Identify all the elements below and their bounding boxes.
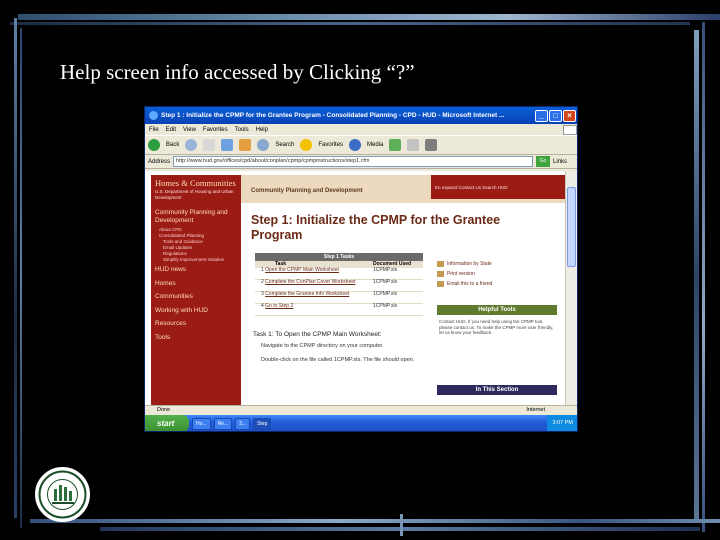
stop-icon[interactable] xyxy=(203,139,216,151)
nav-communities[interactable]: Communities xyxy=(151,290,241,304)
menu-help[interactable]: Help xyxy=(256,127,268,133)
frame-line-right-inner xyxy=(702,22,705,532)
toolbar: Back Search Favorites Media xyxy=(145,135,577,155)
frame-line-right xyxy=(694,30,699,520)
hud-left-nav: Homes & Communities U.S. Department of H… xyxy=(151,175,241,405)
frame-line-top xyxy=(18,14,720,20)
address-input[interactable]: http://www.hud.gov/offices/cpd/about/con… xyxy=(173,156,533,167)
scrollbar-thumb[interactable] xyxy=(567,187,576,267)
maximize-button[interactable]: □ xyxy=(549,109,562,122)
go-button[interactable]: Go xyxy=(535,156,550,167)
tasks-table: Step 1 Tasks Task Document Used 1 Open t… xyxy=(255,253,423,323)
back-arrow-icon[interactable] xyxy=(148,139,160,151)
doc-cell: 1CPMP.xls xyxy=(373,267,398,273)
frame-line-top-inner xyxy=(10,22,690,25)
info-by-state-link[interactable]: Information by State xyxy=(437,259,557,269)
doc-cell: 1CPMP.xls xyxy=(373,279,398,285)
mail-icon[interactable] xyxy=(407,139,420,151)
in-this-section-header: In This Section xyxy=(437,385,557,395)
search-icon[interactable] xyxy=(257,139,270,151)
zone-text: Internet xyxy=(526,407,545,413)
page-content: Homes & Communities U.S. Department of H… xyxy=(145,171,565,405)
row-num: 3 xyxy=(261,291,264,297)
taskbar-item[interactable]: 3... xyxy=(235,417,251,430)
tasks-table-title: Step 1 Tasks xyxy=(255,253,423,261)
taskbar: start Ho... Re... 3... Step 3:07 PM xyxy=(145,415,577,431)
page-title: Step 1: Initialize the CPMP for the Gran… xyxy=(251,213,501,242)
nav-tools[interactable]: Tools xyxy=(151,331,241,345)
star-icon[interactable] xyxy=(300,139,313,151)
frame-tick xyxy=(400,514,403,536)
status-text: Done xyxy=(157,407,171,413)
windows-flag-icon xyxy=(563,124,577,135)
task-link[interactable]: Complete the Grantee Info Worksheet xyxy=(265,291,349,297)
doc-cell: 1CPMP.xls xyxy=(373,303,398,309)
print-icon[interactable] xyxy=(425,139,438,151)
address-label: Address xyxy=(148,158,171,165)
table-row: 4 Go to Step 2 1CPMP.xls xyxy=(255,303,423,316)
nav-hud-news[interactable]: HUD news xyxy=(151,263,241,277)
helpful-tools-body: Contact HUD. If you need help using the … xyxy=(439,319,554,335)
start-button[interactable]: start xyxy=(145,415,189,431)
frame-line-left xyxy=(14,18,17,518)
nav-section-cpd[interactable]: Community Planning and Development xyxy=(151,206,241,227)
history-icon[interactable] xyxy=(389,139,402,151)
forward-arrow-icon[interactable] xyxy=(185,139,198,151)
status-bar: Done Internet xyxy=(145,405,577,415)
task1-step: Navigate to the CPMP directory on your c… xyxy=(261,343,384,349)
menu-tools[interactable]: Tools xyxy=(235,127,249,133)
task-link[interactable]: Open the CPMP Main Worksheet xyxy=(265,267,339,273)
taskbar-item[interactable]: Step xyxy=(253,417,272,430)
search-button[interactable]: Search xyxy=(275,142,294,148)
menu-edit[interactable]: Edit xyxy=(166,127,176,133)
slide-title: Help screen info accessed by Clicking “?… xyxy=(60,60,415,84)
hud-logo[interactable]: Homes & Communities xyxy=(151,175,241,188)
task1-heading: Task 1: To Open the CPMP Main Worksheet: xyxy=(253,331,382,338)
close-button[interactable]: × xyxy=(563,109,576,122)
nav-homes[interactable]: Homes xyxy=(151,277,241,291)
window-titlebar: Step 1 : Initialize the CPMP for the Gra… xyxy=(145,107,577,124)
vertical-scrollbar[interactable] xyxy=(565,171,577,405)
frame-line-bottom xyxy=(30,519,720,523)
row-num: 2 xyxy=(261,279,264,285)
back-button[interactable]: Back xyxy=(166,142,179,148)
media-icon[interactable] xyxy=(349,139,362,151)
hud-header: En espaņol Contact Us Search HUD Communi… xyxy=(241,175,565,203)
print-version-link[interactable]: Print version xyxy=(437,269,557,279)
address-bar: Address http://www.hud.gov/offices/cpd/a… xyxy=(145,155,577,169)
row-num: 1 xyxy=(261,267,264,273)
email-friend-link[interactable]: Email this to a friend xyxy=(437,279,557,289)
task1-step: Double-click on the file called 1CPMP.xl… xyxy=(261,357,415,363)
window-title: Step 1 : Initialize the CPMP for the Gra… xyxy=(161,112,505,119)
menu-view[interactable]: View xyxy=(183,127,196,133)
taskbar-item[interactable]: Re... xyxy=(213,417,233,430)
hud-logo-subtitle: U.S. Department of Housing and Urban Dev… xyxy=(155,189,234,200)
side-links: Information by State Print version Email… xyxy=(437,259,557,289)
helpful-tools-header: Helpful Tools xyxy=(437,305,557,315)
task-link[interactable]: Complete the ConPlan Cover Worksheet xyxy=(265,279,355,285)
nav-resources[interactable]: Resources xyxy=(151,317,241,331)
hud-seal-logo xyxy=(35,467,90,522)
menu-file[interactable]: File xyxy=(149,127,159,133)
favorites-button[interactable]: Favorites xyxy=(318,142,343,148)
browser-window: Step 1 : Initialize the CPMP for the Gra… xyxy=(144,106,578,432)
home-icon[interactable] xyxy=(239,139,252,151)
cpd-heading: Community Planning and Development xyxy=(251,188,363,194)
media-button[interactable]: Media xyxy=(367,142,383,148)
ie-icon xyxy=(149,111,158,120)
links-button[interactable]: Links xyxy=(553,159,567,165)
hud-top-links[interactable]: En espaņol Contact Us Search HUD xyxy=(431,175,565,199)
taskbar-item[interactable]: Ho... xyxy=(192,417,211,430)
hud-seal-icon xyxy=(38,470,87,519)
doc-cell: 1CPMP.xls xyxy=(373,291,398,297)
menu-favorites[interactable]: Favorites xyxy=(203,127,228,133)
row-num: 4 xyxy=(261,303,264,309)
menu-bar: File Edit View Favorites Tools Help xyxy=(145,124,577,135)
task-link[interactable]: Go to Step 2 xyxy=(265,303,293,309)
frame-line-left-inner xyxy=(20,28,22,528)
minimize-button[interactable]: _ xyxy=(535,109,548,122)
nav-working-with-hud[interactable]: Working with HUD xyxy=(151,304,241,318)
refresh-icon[interactable] xyxy=(221,139,234,151)
system-clock: 3:07 PM xyxy=(546,415,577,431)
